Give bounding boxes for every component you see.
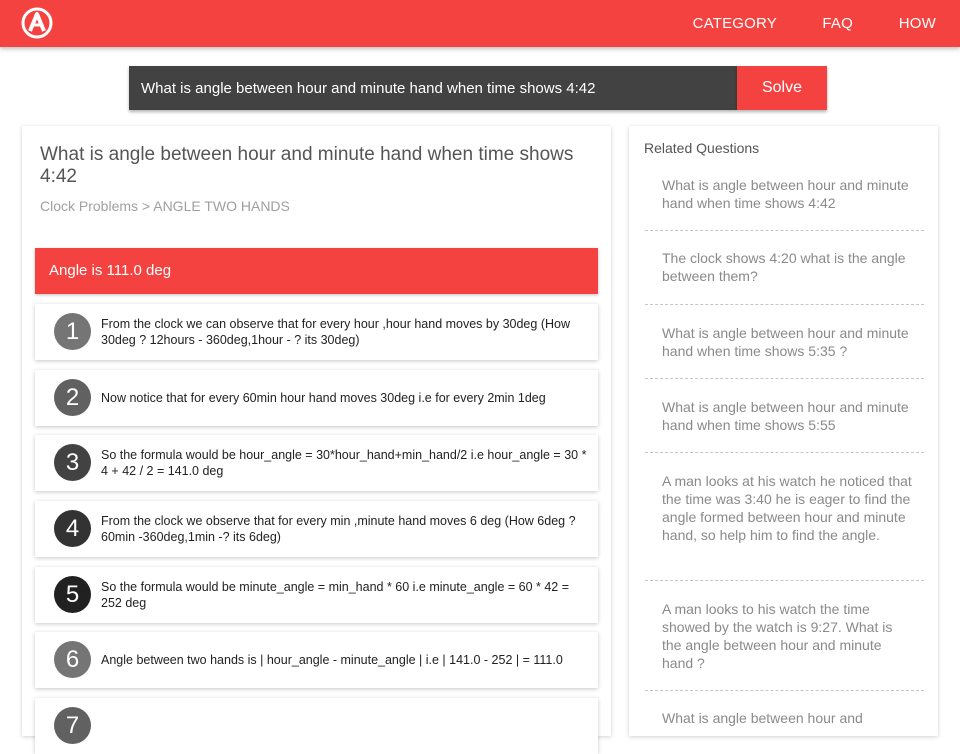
step-number-badge: 6 <box>54 641 91 678</box>
breadcrumb-category[interactable]: Clock Problems <box>40 198 138 214</box>
nav-link-how[interactable]: HOW <box>899 15 936 32</box>
step-number-badge: 2 <box>54 379 91 416</box>
step-text: Angle between two hands is | hour_angle … <box>101 653 563 667</box>
breadcrumb-separator: > <box>141 198 151 214</box>
nav-link-faq[interactable]: FAQ <box>822 15 853 32</box>
step-number-badge: 5 <box>54 576 91 613</box>
step-number-badge: 4 <box>54 510 91 547</box>
divider <box>645 304 924 305</box>
related-questions-panel: Related Questions What is angle between … <box>629 126 938 736</box>
related-question-link[interactable]: What is angle between hour and minute ha… <box>662 176 912 212</box>
step-text: Now notice that for every 60min hour han… <box>101 391 546 405</box>
related-question-link[interactable]: A man looks at his watch he noticed that… <box>662 472 912 544</box>
step-number-badge: 1 <box>54 313 91 350</box>
step-text: So the formula would be hour_angle = 30*… <box>101 448 587 478</box>
related-questions-title: Related Questions <box>644 140 760 156</box>
solution-step: 5 So the formula would be minute_angle =… <box>35 567 598 623</box>
divider <box>645 452 924 453</box>
related-question-link[interactable]: What is angle between hour and <box>662 709 912 727</box>
step-number-badge: 3 <box>54 444 91 481</box>
answer-banner: Angle is 111.0 deg <box>35 248 598 294</box>
solve-button[interactable]: Solve <box>737 66 827 110</box>
breadcrumb: Clock Problems > ANGLE TWO HANDS <box>40 198 290 214</box>
solution-step: 7 <box>35 698 598 754</box>
nav-link-category[interactable]: CATEGORY <box>693 15 777 32</box>
solution-card: What is angle between hour and minute ha… <box>22 126 611 754</box>
divider <box>645 378 924 379</box>
step-text: So the formula would be minute_angle = m… <box>101 580 570 610</box>
divider <box>645 580 924 581</box>
breadcrumb-subcategory[interactable]: ANGLE TWO HANDS <box>153 198 290 214</box>
solution-step: 6 Angle between two hands is | hour_angl… <box>35 632 598 688</box>
step-text: From the clock we observe that for every… <box>101 514 576 544</box>
related-question-link[interactable]: The clock shows 4:20 what is the angle b… <box>662 249 912 285</box>
solution-step: 2 Now notice that for every 60min hour h… <box>35 370 598 426</box>
solution-step: 3 So the formula would be hour_angle = 3… <box>35 435 598 491</box>
step-text: From the clock we can observe that for e… <box>101 317 570 347</box>
question-title: What is angle between hour and minute ha… <box>40 144 574 187</box>
related-question-link[interactable]: What is angle between hour and minute ha… <box>662 324 912 360</box>
step-number-badge: 7 <box>54 707 91 744</box>
related-question-link[interactable]: What is angle between hour and minute ha… <box>662 398 912 434</box>
divider <box>645 230 924 231</box>
top-nav-bar: CATEGORY FAQ HOW <box>0 0 960 47</box>
divider <box>645 690 924 691</box>
logo-icon[interactable] <box>21 7 53 39</box>
step-text <box>101 698 587 754</box>
solution-step: 4 From the clock we observe that for eve… <box>35 501 598 557</box>
solution-step: 1 From the clock we can observe that for… <box>35 304 598 360</box>
search-input[interactable] <box>129 66 737 110</box>
related-question-link[interactable]: A man looks to his watch the time showed… <box>662 600 912 672</box>
